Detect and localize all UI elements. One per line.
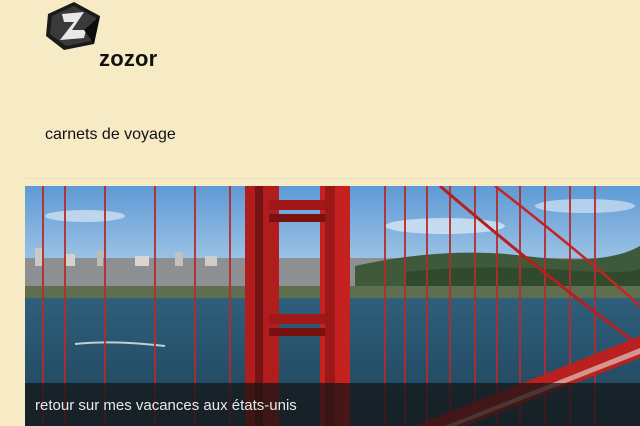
zozor-logo-icon[interactable]	[44, 0, 104, 52]
site-name[interactable]: zozor	[99, 46, 157, 72]
header-divider	[25, 178, 640, 179]
site-tagline: carnets de voyage	[45, 126, 176, 143]
banner[interactable]: retour sur mes vacances aux états-unis	[25, 186, 640, 426]
banner-caption[interactable]: retour sur mes vacances aux états-unis	[35, 397, 297, 414]
banner-caption-bar: retour sur mes vacances aux états-unis	[25, 383, 640, 426]
